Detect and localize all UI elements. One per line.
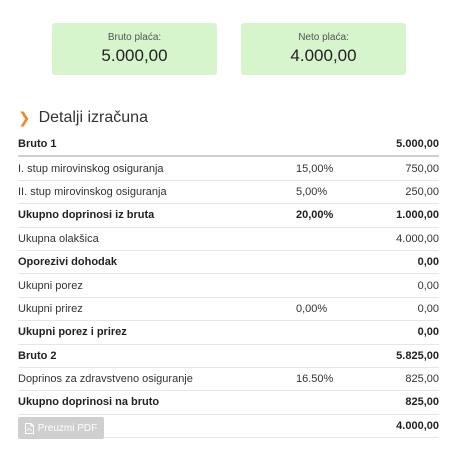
details-row-amount: 250,00: [366, 180, 439, 205]
details-row: II. stup mirovinskog osiguranja 5,00% 250,…: [18, 180, 439, 205]
details-row-percent: 15,00%: [296, 156, 366, 181]
details-section-header: ❯ Detalji izračuna: [18, 109, 148, 127]
chevron-right-icon: ❯: [18, 110, 31, 127]
details-row: Ukupni porez i prirez 0,00: [18, 320, 439, 345]
details-row: Ukupni porez 0,00: [18, 273, 439, 298]
details-row-label: II. stup mirovinskog osiguranja: [18, 180, 296, 205]
details-row-percent: [296, 250, 366, 275]
details-row-amount: 0,00: [366, 320, 439, 345]
calculation-details-table: Bruto 1 5.000,00 I. stup mirovinskog osigu…: [18, 133, 439, 439]
bruto-salary-value: 5.000,00: [101, 46, 168, 65]
details-row-percent: 20,00%: [296, 203, 366, 228]
details-row-percent: 16.50%: [296, 367, 366, 392]
details-row-amount: 0,00: [366, 250, 439, 275]
neto-salary-value: 4.000,00: [290, 46, 357, 65]
details-row-amount: 0,00: [366, 273, 439, 298]
details-row-amount: 5.000,00: [366, 133, 439, 158]
bruto-salary-card: Bruto plaća: 5.000,00: [52, 23, 217, 75]
details-row-amount: 4.000,00: [366, 227, 439, 251]
details-row: I. stup mirovinskog osiguranja 15,00% 750,…: [18, 156, 439, 181]
details-row: Ukupno doprinosi iz bruta 20,00% 1.000,00: [18, 203, 439, 228]
details-row-label: I. stup mirovinskog osiguranja: [18, 156, 296, 181]
pdf-file-icon: [24, 422, 34, 434]
details-row-label: Ukupni porez: [18, 273, 296, 298]
details-row: Bruto 2 5.825,00: [18, 344, 439, 368]
details-row: Ukupno doprinosi na bruto 825,00: [18, 390, 439, 415]
details-row-percent: [296, 273, 366, 298]
details-row: Bruto 1 5.000,00: [18, 133, 439, 158]
details-row-label: Ukupno doprinosi na bruto: [18, 390, 296, 415]
details-title: Detalji izračuna: [38, 109, 148, 126]
download-pdf-label: Preuzmi PDF: [37, 422, 98, 434]
details-row-label: Ukupni prirez: [18, 297, 296, 322]
details-row-amount: 0,00: [366, 297, 439, 322]
download-pdf-button[interactable]: Preuzmi PDF: [18, 417, 104, 439]
details-row-amount: 825,00: [366, 367, 439, 392]
details-row-amount: 750,00: [366, 156, 439, 181]
details-row-percent: 0,00%: [296, 297, 366, 322]
neto-salary-card: Neto plaća: 4.000,00: [241, 23, 406, 75]
details-row-label: Ukupno doprinosi iz bruta: [18, 203, 296, 228]
details-row-label: Doprinos za zdravstveno osiguranje: [18, 367, 296, 392]
details-row-amount: 825,00: [366, 390, 439, 415]
details-row-percent: [296, 390, 366, 415]
details-row-percent: [296, 227, 366, 251]
details-row-percent: [296, 344, 366, 368]
details-row: Ukupna olakšica 4.000,00: [18, 227, 439, 251]
details-row: Ukupni prirez 0,00% 0,00: [18, 297, 439, 322]
details-row-label: Ukupna olakšica: [18, 227, 296, 251]
details-row-label: Bruto 2: [18, 344, 296, 368]
details-row-label: Oporezivi dohodak: [18, 250, 296, 275]
details-row-label: Ukupni porez i prirez: [18, 320, 296, 345]
neto-salary-label: Neto plaća:: [298, 32, 349, 43]
details-row: Doprinos za zdravstveno osiguranje 16.50%…: [18, 367, 439, 392]
details-row-amount: 4.000,00: [366, 414, 439, 439]
details-row-percent: [296, 320, 366, 345]
details-row-percent: [296, 133, 366, 158]
details-row-percent: 5,00%: [296, 180, 366, 205]
details-row-percent: [296, 414, 366, 439]
bruto-salary-label: Bruto plaća:: [107, 32, 162, 43]
details-row: Oporezivi dohodak 0,00: [18, 250, 439, 275]
details-row-amount: 5.825,00: [366, 344, 439, 368]
details-row-amount: 1.000,00: [366, 203, 439, 228]
details-row-label: Bruto 1: [18, 133, 296, 158]
